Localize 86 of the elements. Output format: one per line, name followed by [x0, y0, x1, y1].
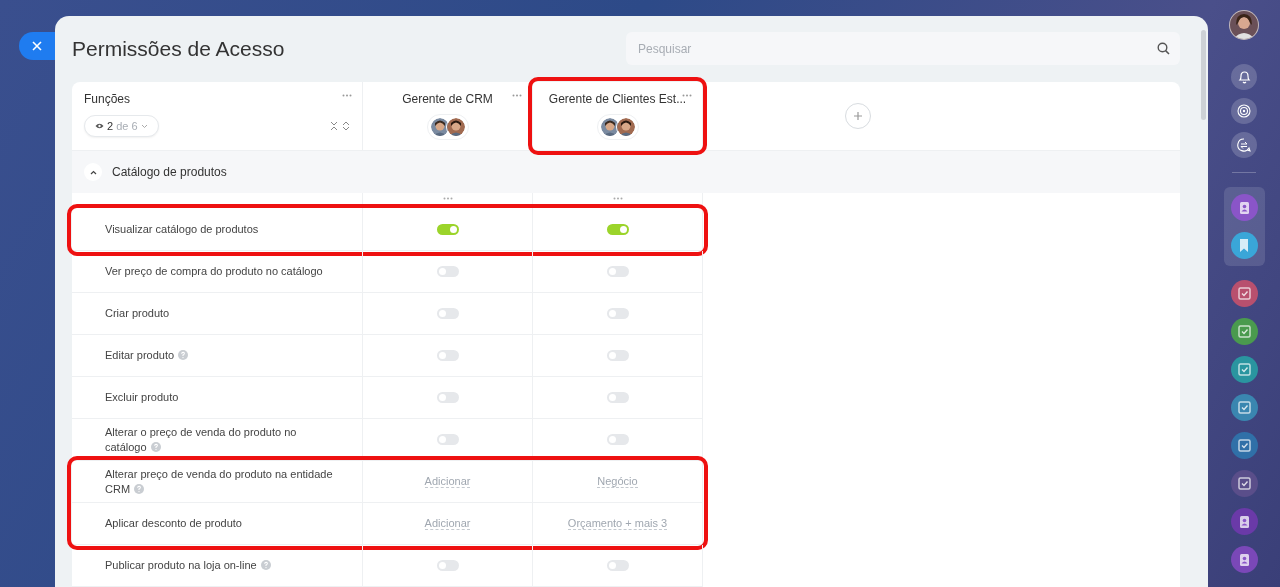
expand-icon[interactable]	[342, 121, 350, 131]
app-button[interactable]	[1230, 394, 1258, 421]
permission-label: Alterar preço de venda do produto na entidade CRM	[105, 466, 334, 497]
toggle-switch[interactable]	[436, 392, 459, 403]
add-column-button[interactable]	[845, 103, 871, 129]
avatar	[599, 117, 620, 137]
toggle-switch[interactable]	[436, 560, 459, 571]
search-field[interactable]: Pesquisar	[636, 40, 1157, 57]
permission-label: Visualizar catálogo de produtos	[105, 222, 259, 237]
bell-icon	[1237, 70, 1251, 84]
value-link[interactable]: Negócio	[597, 475, 638, 488]
plus-icon	[853, 111, 863, 121]
app-button[interactable]	[1230, 508, 1258, 535]
chevron-up-icon	[89, 169, 97, 175]
more-icon[interactable]	[342, 94, 352, 97]
toggle-switch[interactable]	[606, 350, 629, 361]
pinned-app-button[interactable]	[1230, 232, 1258, 259]
column-title: Gerente de Clientes Est...	[548, 92, 687, 106]
toggle-switch[interactable]	[606, 224, 629, 235]
visible-roles-filter[interactable]: 2 de 6	[84, 115, 159, 137]
chevron-down-icon	[140, 123, 148, 129]
search-bar[interactable]: Pesquisar	[626, 32, 1180, 65]
toggle-switch[interactable]	[436, 350, 459, 361]
column-title: Funções	[84, 92, 131, 106]
app-button[interactable]	[1230, 356, 1258, 383]
help-icon[interactable]	[150, 441, 161, 452]
value-link[interactable]: Orçamento + mais 3	[567, 517, 668, 530]
toggle-switch[interactable]	[436, 224, 459, 235]
app-button[interactable]	[1230, 470, 1258, 497]
task-icon	[1237, 325, 1251, 338]
task-icon	[1237, 363, 1251, 376]
more-icon[interactable]	[512, 94, 522, 97]
collapse-button[interactable]	[84, 163, 102, 181]
toggle-switch[interactable]	[606, 392, 629, 403]
more-icon[interactable]	[442, 197, 453, 200]
contact-icon	[1238, 201, 1250, 214]
toggle-switch[interactable]	[606, 560, 629, 571]
toggle-switch[interactable]	[436, 308, 459, 319]
section-title: Catálogo de produtos	[112, 165, 227, 179]
toggle-switch[interactable]	[436, 266, 459, 277]
avatar	[615, 117, 636, 137]
collapse-icon[interactable]	[330, 121, 338, 131]
permission-label: Editar produto	[105, 348, 189, 363]
pinned-app-button[interactable]	[1230, 194, 1258, 221]
permission-label: Excluir produto	[105, 390, 179, 405]
contact-icon	[1238, 515, 1250, 528]
swirl-icon	[1237, 104, 1251, 118]
more-icon[interactable]	[612, 197, 623, 200]
task-icon	[1237, 401, 1251, 414]
value-link[interactable]: Adicionar	[424, 475, 471, 488]
app-button[interactable]	[1230, 318, 1258, 345]
task-icon	[1237, 477, 1251, 490]
chat-icon	[1237, 138, 1251, 152]
bookmark-icon	[1239, 239, 1249, 252]
column-title: Gerente de CRM	[402, 92, 493, 106]
eye-icon	[95, 123, 104, 129]
help-icon[interactable]	[260, 560, 271, 570]
task-icon	[1237, 287, 1251, 300]
task-icon	[1237, 439, 1251, 452]
permission-label: Publicar produto na loja on-line	[105, 558, 271, 573]
permission-label: Criar produto	[105, 306, 170, 321]
permission-label: Ver preço de compra do produto no catálogo	[105, 264, 323, 279]
permission-label: Aplicar desconto de produto	[105, 516, 242, 531]
toggle-switch[interactable]	[606, 434, 629, 445]
permission-label: Alterar o preço de venda do produto no catálogo	[105, 424, 298, 455]
page-title: Permissões de Acesso	[72, 37, 285, 61]
chat-button[interactable]	[1231, 132, 1257, 158]
user-avatar[interactable]	[1229, 10, 1259, 40]
swirl-button[interactable]	[1231, 98, 1257, 124]
help-icon[interactable]	[178, 350, 189, 360]
app-button[interactable]	[1230, 546, 1258, 573]
close-icon	[32, 41, 42, 51]
avatar	[445, 117, 466, 137]
toggle-switch[interactable]	[606, 308, 629, 319]
app-button[interactable]	[1230, 432, 1258, 459]
bell-button[interactable]	[1231, 64, 1257, 90]
avatar	[429, 117, 450, 137]
close-button[interactable]	[19, 32, 55, 60]
toggle-switch[interactable]	[436, 434, 459, 445]
app-button[interactable]	[1230, 280, 1258, 307]
help-icon[interactable]	[134, 483, 145, 494]
toggle-switch[interactable]	[606, 266, 629, 277]
scrollbar[interactable]	[1201, 30, 1206, 120]
search-icon[interactable]	[1157, 42, 1170, 55]
value-link[interactable]: Adicionar	[424, 517, 471, 530]
contact-icon	[1238, 553, 1250, 566]
